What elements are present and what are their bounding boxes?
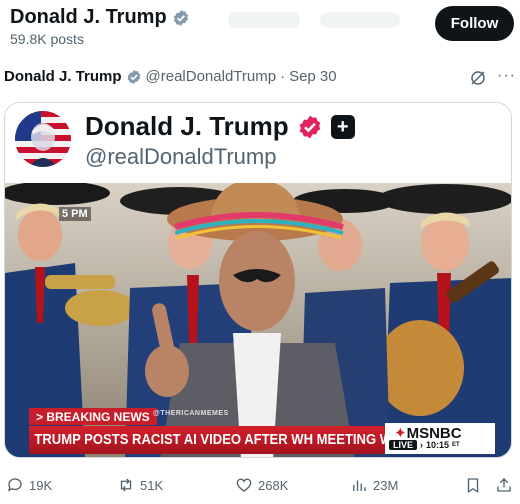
share-icon — [497, 478, 511, 492]
reply-count: 19K — [29, 477, 53, 493]
repost-count: 51K — [140, 477, 164, 493]
live-zone: ET — [452, 442, 460, 448]
post-handle[interactable]: @realDonaldTrump — [146, 68, 277, 85]
verified-badge-icon — [299, 115, 320, 138]
repost-icon — [120, 478, 132, 492]
verified-badge-icon — [173, 9, 188, 26]
embedded-handle: @realDonaldTrump — [85, 144, 277, 169]
video-still[interactable]: 5 PM > BREAKING NEWS @THERICANMEMES TRUM… — [5, 183, 511, 457]
follow-button[interactable]: Follow — [435, 6, 514, 41]
video-watermark: @THERICANMEMES — [153, 410, 229, 417]
posts-count: 59.8K posts — [10, 31, 84, 47]
embedded-name: Donald J. Trump + — [85, 111, 355, 142]
blurred-nav-item — [320, 12, 400, 28]
views-icon — [353, 480, 366, 491]
more-icon[interactable]: ··· — [497, 67, 516, 85]
repost-button[interactable]: 51K — [117, 476, 163, 494]
embedded-name-text: Donald J. Trump — [85, 111, 289, 141]
embedded-post-header: Donald J. Trump + @realDonaldTrump — [5, 103, 511, 183]
chyron-text: TRUMP POSTS RACIST AI VIDEO AFTER WH MEE… — [34, 432, 438, 448]
plus-icon: + — [330, 114, 355, 139]
post-action-bar: 19K 51K 268K 23M — [0, 472, 520, 500]
bookmark-icon — [467, 478, 479, 494]
network-bug: ✦MSNBC LIVE › 10:15 ET — [385, 423, 495, 454]
post-meta: Donald J. Trump @realDonaldTrump · Sep 3… — [4, 68, 337, 85]
video-corner-time: 5 PM — [59, 207, 91, 221]
live-time: 10:15 — [426, 440, 450, 450]
profile-name[interactable]: Donald J. Trump — [10, 6, 190, 29]
live-arrow: › — [420, 440, 424, 450]
bookmark-button[interactable] — [464, 476, 482, 494]
avatar[interactable] — [15, 111, 71, 167]
reply-icon — [7, 478, 22, 492]
like-button[interactable]: 268K — [235, 476, 288, 494]
live-badge: LIVE — [389, 440, 418, 450]
verified-badge-icon — [127, 69, 140, 84]
embedded-post-card[interactable]: Donald J. Trump + @realDonaldTrump 5 PM … — [4, 102, 512, 458]
share-button[interactable] — [495, 476, 513, 494]
profile-name-text: Donald J. Trump — [10, 6, 167, 28]
reply-button[interactable]: 19K — [6, 476, 52, 494]
blurred-nav-item — [228, 12, 300, 28]
live-row: LIVE › 10:15 ET — [389, 440, 460, 450]
post-author[interactable]: Donald J. Trump — [4, 68, 122, 85]
post-date[interactable]: Sep 30 — [289, 68, 337, 85]
grok-icon[interactable] — [469, 69, 487, 87]
like-icon — [236, 478, 252, 492]
breaking-news-tag: > BREAKING NEWS — [29, 408, 157, 425]
views-count: 23M — [373, 477, 399, 493]
like-count: 268K — [258, 477, 289, 493]
views-button[interactable]: 23M — [350, 476, 398, 494]
profile-header: Donald J. Trump 59.8K posts Follow — [0, 0, 520, 56]
post-header: Donald J. Trump @realDonaldTrump · Sep 3… — [0, 62, 520, 92]
meta-separator: · — [280, 68, 286, 85]
avatar-flag-portrait — [15, 111, 71, 167]
